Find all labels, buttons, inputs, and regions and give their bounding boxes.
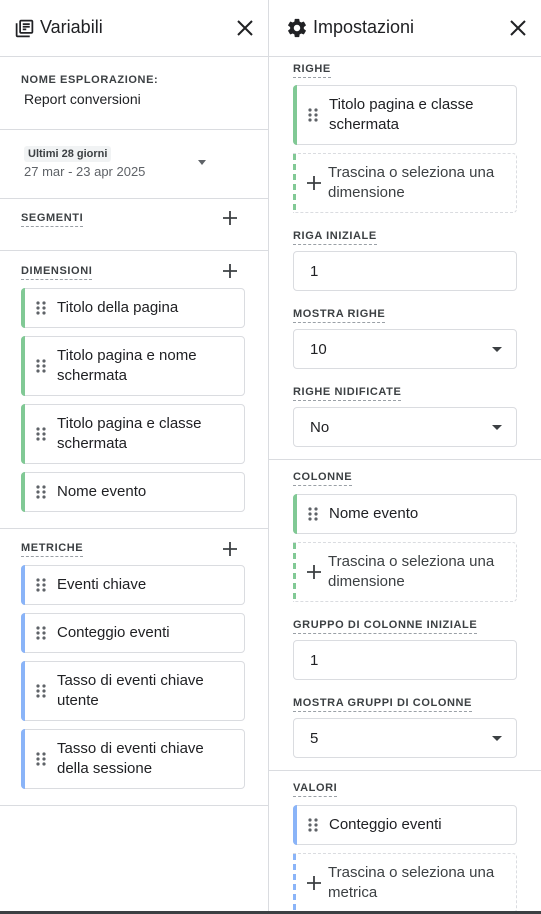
dropdown-arrow-icon <box>198 160 206 165</box>
value-metric-chip-label: Conteggio eventi <box>329 816 442 833</box>
add-metric-icon[interactable] <box>222 541 238 562</box>
start-row-input[interactable]: 1 <box>293 251 517 291</box>
metric-chip[interactable]: Tasso di eventi chiave utente <box>21 661 245 721</box>
start-column-group-label: GRUPPO DI COLONNE INIZIALE <box>293 619 478 634</box>
add-segment-icon[interactable] <box>222 210 238 231</box>
dimension-chip[interactable]: Titolo pagina e nome schermata <box>21 336 245 396</box>
show-rows-label: MOSTRA RIGHE <box>293 308 386 323</box>
row-dimension-chip-label: Titolo pagina e classe schermata <box>329 96 474 133</box>
divider <box>269 770 541 771</box>
rows-drop-zone[interactable]: Trascina o seleziona una dimensione <box>293 153 517 213</box>
add-icon <box>306 175 322 196</box>
values-drop-zone[interactable]: Trascina o seleziona una metrica <box>293 853 517 913</box>
divider <box>0 250 268 251</box>
exploration-name-input[interactable]: Report conversioni <box>24 91 141 107</box>
drag-handle-icon[interactable] <box>36 626 46 645</box>
values-label: VALORI <box>293 782 338 797</box>
add-icon <box>306 875 322 896</box>
column-dimension-chip[interactable]: Nome evento <box>293 494 517 534</box>
metrics-label: METRICHE <box>21 542 84 557</box>
values-drop-zone-label: Trascina o seleziona una metrica <box>328 864 495 901</box>
close-icon[interactable] <box>509 19 527 42</box>
columns-drop-zone[interactable]: Trascina o seleziona una dimensione <box>293 542 517 602</box>
metric-chip-label: Tasso di eventi chiave utente <box>57 672 204 709</box>
nested-rows-value: No <box>310 419 330 436</box>
start-row-value: 1 <box>310 263 319 280</box>
divider <box>0 528 268 529</box>
row-dimension-chip[interactable]: Titolo pagina e classe schermata <box>293 85 517 145</box>
dropdown-arrow-icon <box>492 347 502 352</box>
metric-chip-label: Conteggio eventi <box>57 624 170 641</box>
dropdown-arrow-icon <box>492 736 502 741</box>
metric-chip[interactable]: Eventi chiave <box>21 565 245 605</box>
dropdown-arrow-icon <box>492 425 502 430</box>
start-column-group-value: 1 <box>310 652 319 669</box>
start-row-label: RIGA INIZIALE <box>293 230 377 245</box>
variables-panel-header: Variabili <box>0 0 268 57</box>
divider <box>0 129 268 130</box>
drag-handle-icon[interactable] <box>308 108 318 127</box>
show-column-groups-value: 5 <box>310 730 319 747</box>
nested-rows-label: RIGHE NIDIFICATE <box>293 386 402 401</box>
divider <box>0 198 268 199</box>
exploration-name-label: NOME ESPLORAZIONE: <box>21 74 159 86</box>
dimension-chip-label: Nome evento <box>57 483 147 500</box>
rows-label: RIGHE <box>293 63 331 78</box>
add-icon <box>306 564 322 585</box>
drag-handle-icon[interactable] <box>308 507 318 526</box>
show-column-groups-select[interactable]: 5 <box>293 718 517 758</box>
segments-label: SEGMENTI <box>21 212 84 227</box>
settings-panel-title: Impostazioni <box>313 17 415 37</box>
close-icon[interactable] <box>236 19 254 42</box>
metric-chip-label: Eventi chiave <box>57 576 147 593</box>
dimension-chip-label: Titolo pagina e classe schermata <box>57 415 202 452</box>
metric-chip[interactable]: Conteggio eventi <box>21 613 245 653</box>
date-range-text: 27 mar - 23 apr 2025 <box>24 164 146 179</box>
drag-handle-icon[interactable] <box>36 427 46 446</box>
columns-label: COLONNE <box>293 471 353 486</box>
value-metric-chip[interactable]: Conteggio eventi <box>293 805 517 845</box>
date-preset-badge: Ultimi 28 giorni <box>24 146 112 162</box>
date-range-picker[interactable]: Ultimi 28 giorni 27 mar - 23 apr 2025 <box>21 140 211 182</box>
divider <box>269 459 541 460</box>
show-rows-value: 10 <box>310 341 327 358</box>
drag-handle-icon[interactable] <box>36 485 46 504</box>
variables-panel-title: Variabili <box>40 17 103 37</box>
variables-list-icon <box>14 18 35 44</box>
start-column-group-input[interactable]: 1 <box>293 640 517 680</box>
variables-panel: Variabili NOME ESPLORAZIONE: Report conv… <box>0 0 268 914</box>
dimension-chip[interactable]: Titolo della pagina <box>21 288 245 328</box>
settings-gear-icon <box>286 17 308 44</box>
drag-handle-icon[interactable] <box>308 818 318 837</box>
show-rows-select[interactable]: 10 <box>293 329 517 369</box>
settings-panel-header: Impostazioni <box>269 0 541 57</box>
dimension-chip-label: Titolo pagina e nome schermata <box>57 347 197 384</box>
drag-handle-icon[interactable] <box>36 301 46 320</box>
dimension-chip-label: Titolo della pagina <box>57 299 179 316</box>
drag-handle-icon[interactable] <box>36 752 46 771</box>
columns-drop-zone-label: Trascina o seleziona una dimensione <box>328 553 495 590</box>
exploration-editor: Variabili NOME ESPLORAZIONE: Report conv… <box>0 0 541 914</box>
divider <box>0 805 268 806</box>
metric-chip[interactable]: Tasso di eventi chiave della sessione <box>21 729 245 789</box>
drag-handle-icon[interactable] <box>36 578 46 597</box>
nested-rows-select[interactable]: No <box>293 407 517 447</box>
drag-handle-icon[interactable] <box>36 684 46 703</box>
dimension-chip[interactable]: Nome evento <box>21 472 245 512</box>
metric-chip-label: Tasso di eventi chiave della sessione <box>57 740 204 777</box>
column-dimension-chip-label: Nome evento <box>329 505 419 522</box>
dimensions-label: DIMENSIONI <box>21 265 93 280</box>
add-dimension-icon[interactable] <box>222 263 238 284</box>
settings-panel: Impostazioni RIGHE Titolo pagina e class… <box>269 0 541 914</box>
show-column-groups-label: MOSTRA GRUPPI DI COLONNE <box>293 697 472 712</box>
dimension-chip[interactable]: Titolo pagina e classe schermata <box>21 404 245 464</box>
rows-drop-zone-label: Trascina o seleziona una dimensione <box>328 164 495 201</box>
drag-handle-icon[interactable] <box>36 359 46 378</box>
